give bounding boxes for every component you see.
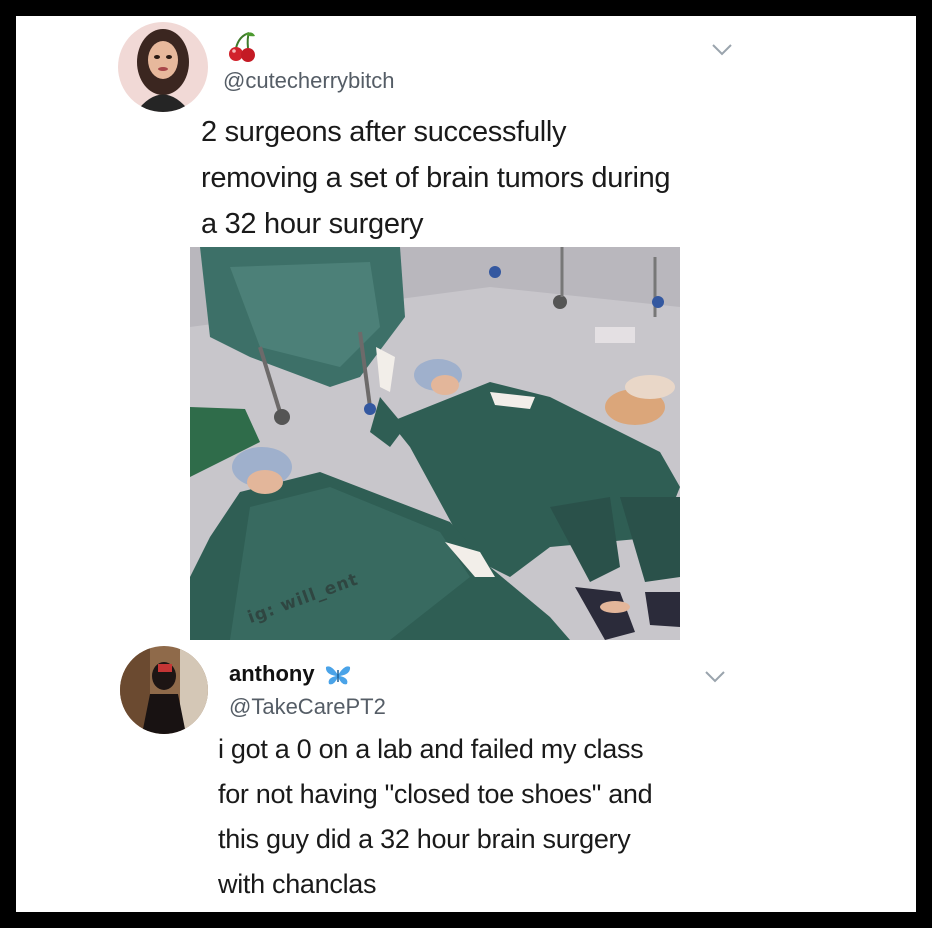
tweet-text-line: 2 surgeons after successfully [201,116,567,148]
tweet-text-line: this guy did a 32 hour brain surgery [218,824,631,854]
tweet-photo[interactable] [190,247,680,640]
avatar[interactable] [120,646,208,734]
tweet-text-line: with chanclas [218,869,377,899]
tweet-text: 2 surgeons after successfully removing a… [201,109,761,247]
tweet-text-line: removing a set of brain tumors during [201,162,671,194]
cherry-emoji-icon [229,32,255,62]
butterfly-emoji-icon [325,666,351,685]
tweet-text-line: for not having "closed toe shoes" and [218,779,653,809]
tweet-text: i got a 0 on a lab and failed my class f… [218,727,818,907]
tweet-handle[interactable]: @TakeCarePT2 [229,694,386,720]
tweet-text-line: i got a 0 on a lab and failed my class [218,734,644,764]
chevron-down-icon[interactable] [704,670,726,684]
tweet-handle[interactable]: @cutecherrybitch [223,68,395,94]
display-name[interactable]: anthony [229,661,315,687]
tweet-text-line: a 32 hour surgery [201,208,424,240]
chevron-down-icon[interactable] [711,43,733,57]
avatar[interactable] [118,22,208,112]
screenshot-frame: @cutecherrybitch 2 surgeons after succes… [16,16,916,912]
